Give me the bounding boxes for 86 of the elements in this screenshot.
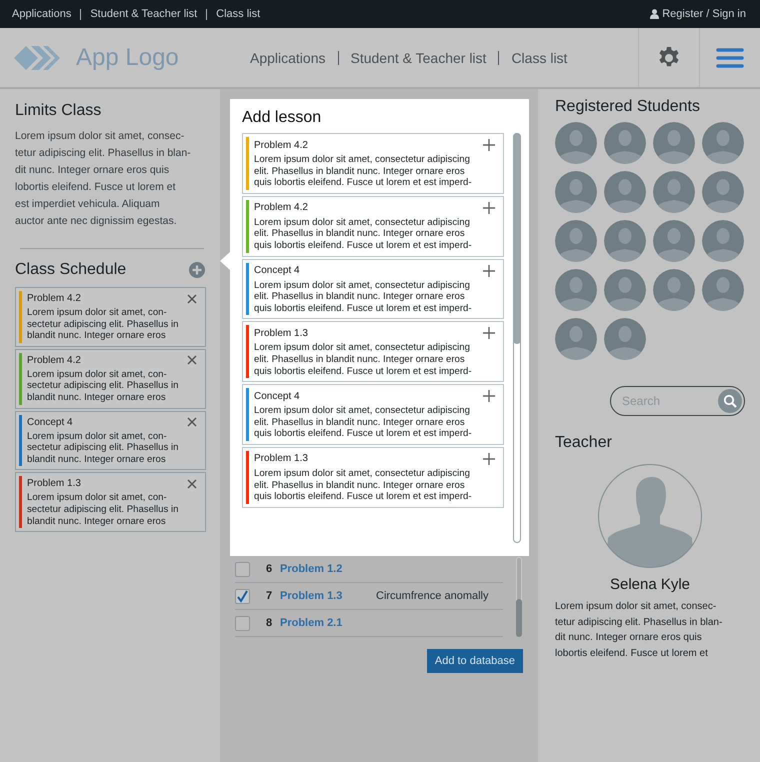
avatar-icon (653, 122, 695, 164)
card-text: Lorem ipsum dolor sit amet, con- sectetur adipiscing elit. Phasellus in blandit nunc. Integer ornare eros (27, 307, 180, 342)
card-title: Concept 4 (27, 416, 73, 428)
add-icon[interactable] (189, 262, 205, 278)
card-text: Lorem ipsum dolor sit amet, con- sectetur adipiscing elit. Phasellus in blandit nunc. Integer ornare eros (27, 492, 180, 528)
top-nav-link[interactable]: Class list (216, 8, 260, 20)
card-text: Lorem ipsum dolor sit amet, consectetur adipiscing elit. Phasellus in blandit nunc. Integer ornare eros quis lobortis eleifend. Fusce ut lorem et est imperd- (254, 405, 473, 440)
avatar-icon (604, 122, 646, 164)
avatar-icon (702, 220, 744, 262)
card-text: Lorem ipsum dolor sit amet, con- sectetur adipiscing elit. Phasellus in blandit nunc. Integer ornare eros (27, 368, 180, 404)
card-title: Problem 1.3 (27, 478, 81, 490)
avatar-icon (555, 220, 597, 262)
card-text: Lorem ipsum dolor sit amet, consectetur adipiscing elit. Phasellus in blandit nunc. Integer ornare eros quis lobortis eleifend. Fusce ut lorem et est imperd- (254, 468, 473, 503)
nav-link[interactable]: Class list (511, 50, 568, 66)
popup-title: Add lesson (242, 109, 322, 127)
card-title: Problem 4.2 (254, 202, 308, 214)
card-text: Lorem ipsum dolor sit amet, con- sectetur adipiscing elit. Phasellus in blandit nunc. Integer ornare eros (27, 430, 180, 466)
avatar-icon (653, 220, 695, 262)
lesson-card[interactable]: Concept 4 Lorem ipsum dolor sit amet, consectetur adipiscing elit. Phasellus in blandit nunc. Integer ornare eros quis lobortis eleifend. Fusce ut lorem et est imperd- (242, 258, 504, 320)
plus-icon[interactable] (483, 327, 495, 340)
close-icon[interactable] (187, 478, 197, 489)
card-title: Problem 1.3 (254, 453, 308, 464)
user-icon (650, 9, 660, 19)
row-number: 7 (266, 590, 274, 602)
add-to-database-button[interactable]: Add to database (426, 649, 523, 673)
lesson-card[interactable]: Problem 4.2 Lorem ipsum dolor sit amet, consectetur adipiscing elit. Phasellus in blandit nunc. Integer ornare eros quis lobortis eleifend. Fusce ut lorem et est imperd- (242, 196, 504, 257)
class-title: Limits Class (15, 102, 102, 120)
app-logo-text: App Logo (76, 44, 179, 72)
avatar-icon (555, 122, 597, 164)
lesson-card[interactable]: Concept 4 Lorem ipsum dolor sit amet, consectetur adipiscing elit. Phasellus in blandit nunc. Integer ornare eros quis lobortis eleifend. Fusce ut lorem et est imperd- (242, 384, 504, 445)
checkbox[interactable] (235, 562, 250, 576)
section-title: Class Schedule (15, 261, 126, 279)
row-note: Circumfrence anomally (376, 590, 488, 602)
avatar-icon (702, 122, 744, 164)
top-nav-link[interactable]: Applications (12, 8, 72, 20)
scrollbar[interactable] (516, 557, 522, 637)
close-icon[interactable] (187, 294, 197, 304)
section-title: Registered Students (555, 98, 701, 116)
avatar-icon (653, 171, 695, 213)
avatar-icon (555, 318, 597, 360)
avatar-icon (604, 269, 646, 311)
avatar-icon (702, 171, 744, 213)
plus-icon[interactable] (483, 390, 495, 402)
avatar-icon (604, 318, 646, 360)
avatar-icon (555, 171, 597, 213)
logo-icon (14, 44, 60, 72)
card-text: Lorem ipsum dolor sit amet, consectetur adipiscing elit. Phasellus in blandit nunc. Integer ornare eros quis lobortis eleifend. Fusce ut lorem et est imperd- (254, 280, 473, 314)
card-text: Lorem ipsum dolor sit amet, consectetur adipiscing elit. Phasellus in blandit nunc. Integer ornare eros quis lobortis eleifend. Fusce ut lorem et est imperd- (254, 154, 473, 189)
sign-in-link[interactable]: Register / Sign in (650, 8, 746, 20)
card-title: Concept 4 (254, 390, 300, 402)
nav-link[interactable]: Applications (250, 50, 326, 66)
lesson-card[interactable]: Problem 4.2 Lorem ipsum dolor sit amet, consectetur adipiscing elit. Phasellus in blandit nunc. Integer ornare eros quis lobortis eleifend. Fusce ut lorem et est imperd- (242, 133, 504, 194)
plus-icon[interactable] (483, 264, 495, 277)
scrollbar[interactable] (513, 133, 521, 543)
card-title: Concept 4 (254, 265, 300, 276)
lesson-card[interactable]: Problem 1.3 Lorem ipsum dolor sit amet, consectetur adipiscing elit. Phasellus in blandit nunc. Integer ornare eros quis lobortis eleifend. Fusce ut lorem et est imperd- (242, 321, 504, 382)
avatar-icon (555, 269, 597, 311)
lesson-card[interactable]: Problem 1.3 Lorem ipsum dolor sit amet, consectetur adipiscing elit. Phasellus in blandit nunc. Integer ornare eros quis lobortis eleifend. Fusce ut lorem et est imperd- (242, 446, 504, 508)
plus-icon[interactable] (483, 139, 495, 151)
card-text: Lorem ipsum dolor sit amet, consectetur adipiscing elit. Phasellus in blandit nunc. Integer ornare eros quis lobortis eleifend. Fusce ut lorem et est imperd- (254, 216, 473, 252)
avatar-icon (604, 171, 646, 213)
search-icon (723, 394, 737, 408)
avatar-icon (653, 269, 695, 311)
teacher-bio: Lorem ipsum dolor sit amet, consec- tetur adipiscing elit. Phasellus in blan- dit nunc. Integer ornare eros quis lobortis eleifend. Fusce ut lorem et (555, 600, 724, 660)
teacher-name: Selena Kyle (610, 576, 690, 593)
nav-link[interactable]: Student & Teacher list (350, 50, 486, 66)
menu-icon (716, 46, 744, 68)
section-title: Teacher (555, 434, 613, 452)
card-title: Problem 4.2 (27, 293, 81, 304)
search-button[interactable] (718, 389, 742, 413)
card-title: Problem 4.2 (254, 140, 308, 150)
avatar-icon (604, 220, 646, 262)
avatar-icon (702, 269, 744, 311)
card-text: Lorem ipsum dolor sit amet, consectetur adipiscing elit. Phasellus in blandit nunc. Integer ornare eros quis lobortis eleifend. Fusce ut lorem et est imperd- (254, 342, 473, 378)
checkbox[interactable] (235, 616, 250, 630)
row-number: 8 (266, 617, 274, 629)
checkbox[interactable] (235, 588, 250, 604)
row-number: 6 (266, 563, 274, 575)
close-icon[interactable] (187, 417, 197, 428)
top-nav-link[interactable]: Student & Teacher list (90, 8, 198, 20)
card-title: Problem 4.2 (27, 354, 81, 366)
plus-icon[interactable] (483, 452, 495, 465)
plus-icon[interactable] (483, 202, 495, 214)
close-icon[interactable] (187, 355, 197, 366)
class-description: Lorem ipsum dolor sit amet, consec- tetur adipiscing elit. Phasellus in blan- dit nunc. Integer ornare eros quis lobortis eleifend. Fusce ut lorem et est imperdiet vehicula. Aliquam auctor ante nec dignissim egestas. (15, 129, 192, 229)
card-title: Problem 1.3 (254, 328, 308, 339)
